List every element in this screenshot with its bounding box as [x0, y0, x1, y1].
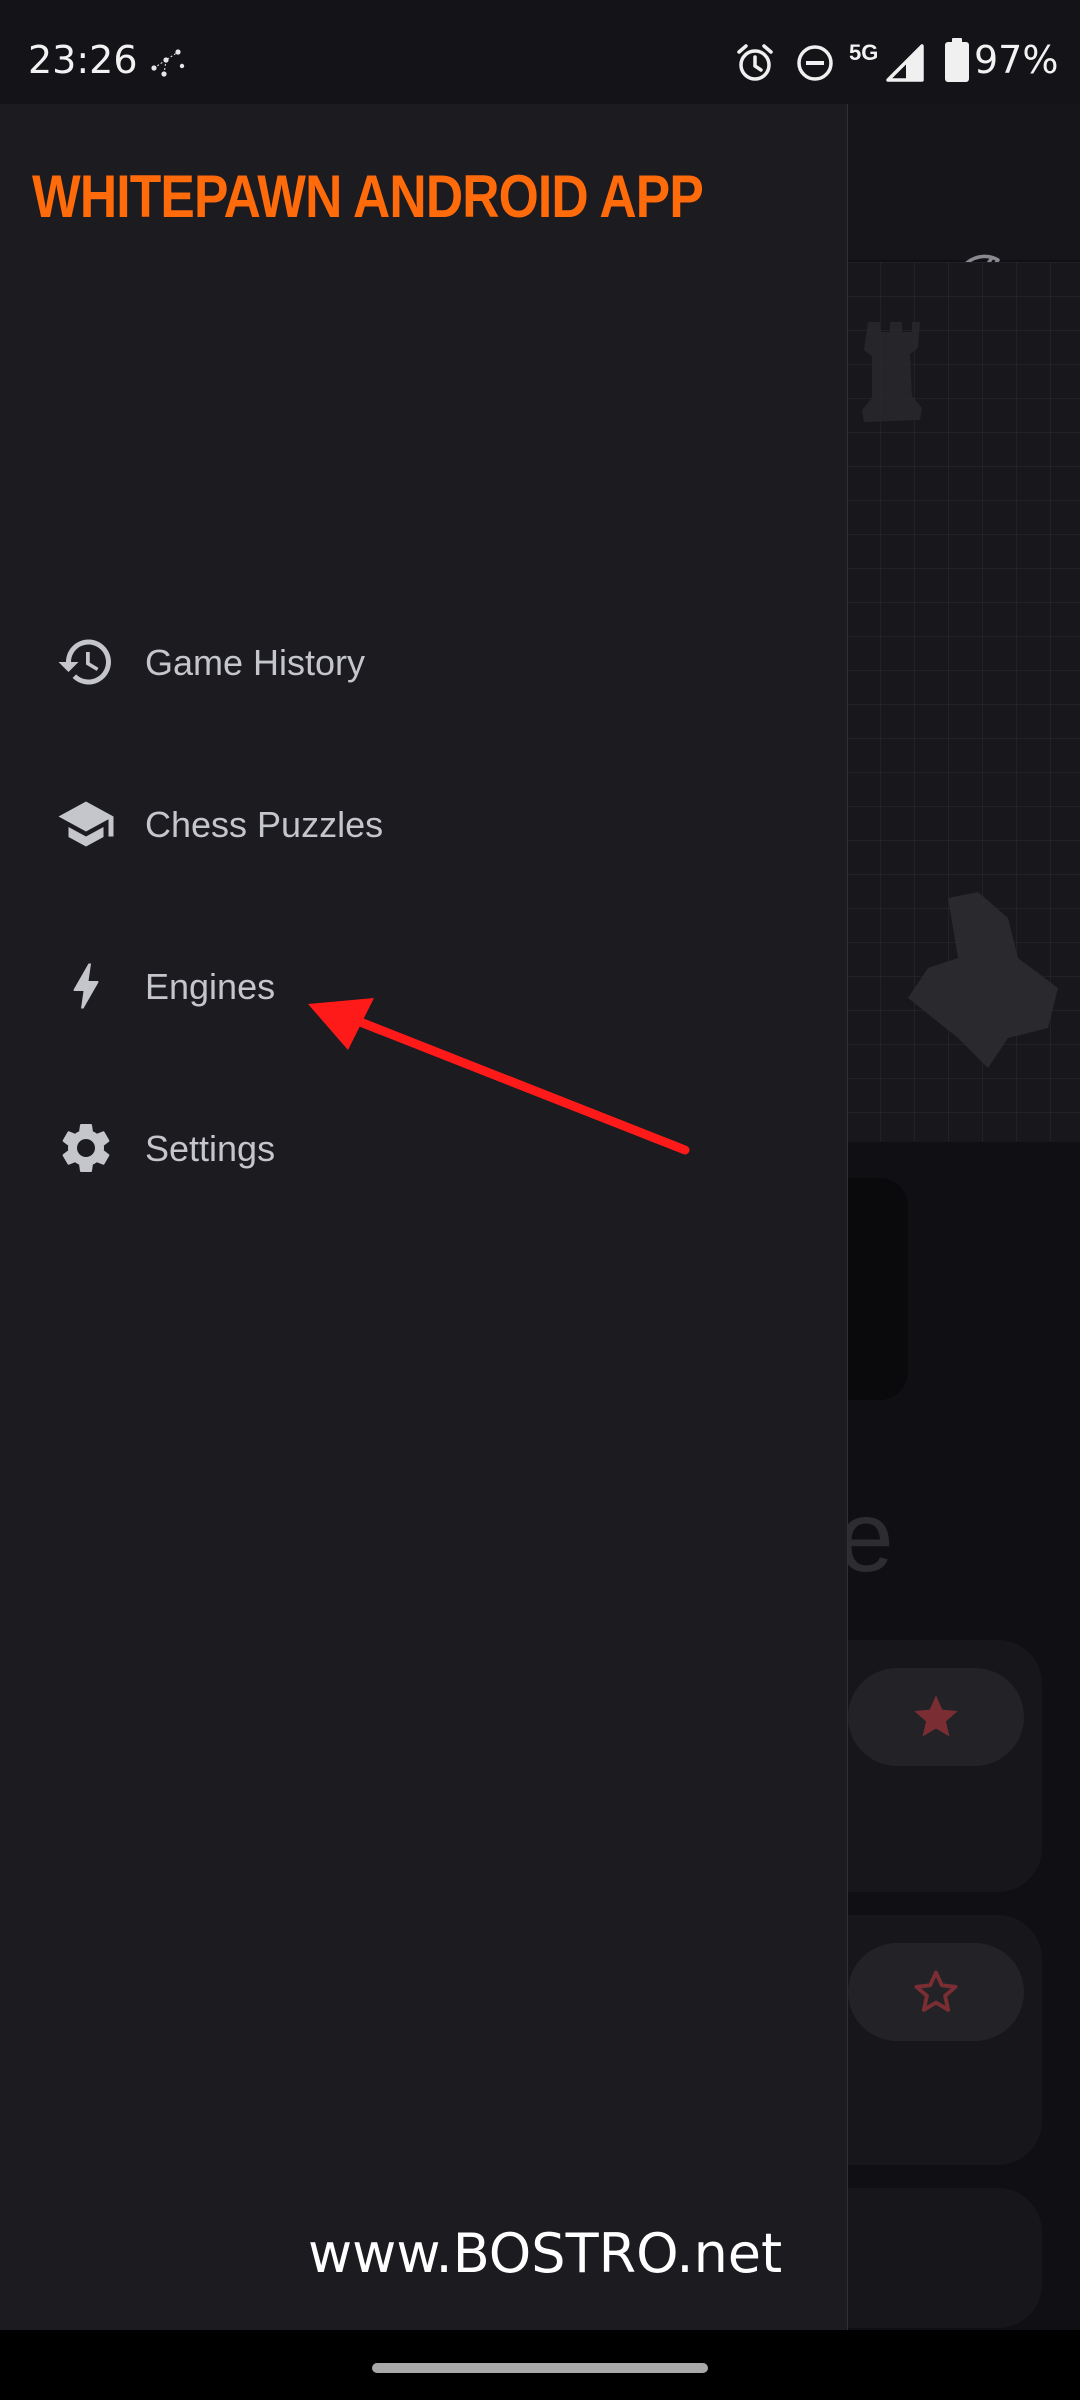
drawer-item-label: Settings [145, 1128, 276, 1169]
system-navigation-bar [0, 2330, 1080, 2400]
star-outline-icon [914, 1970, 958, 2012]
home-gesture-handle[interactable] [372, 2363, 708, 2373]
alarm-icon [737, 44, 773, 81]
drawer-item-chess-puzzles[interactable]: Chess Puzzles [0, 764, 847, 884]
drawer-item-label: Chess Puzzles [145, 804, 384, 845]
knight-piece-icon [908, 892, 1058, 1068]
battery-icon [945, 38, 969, 82]
drawer-item-label: Engines [145, 966, 276, 1007]
favorite-button[interactable] [848, 1668, 1024, 1766]
signal-icon [886, 44, 924, 82]
school-icon [58, 801, 114, 847]
drawer-item-label: Game History [145, 642, 366, 683]
annotation-arrow [308, 998, 690, 1155]
rook-piece-icon [862, 322, 922, 422]
do-not-disturb-icon [797, 45, 833, 81]
gear-icon [62, 1124, 110, 1172]
star-filled-icon [914, 1695, 958, 1737]
favorite-button[interactable] [848, 1943, 1024, 2041]
battery-percent-label: 97% [974, 38, 1059, 82]
history-icon [58, 639, 111, 685]
network-type-label: 5G [849, 40, 879, 65]
bolt-icon [73, 963, 99, 1009]
watermark-text: www.BOSTRO.net [308, 2222, 783, 2285]
screen: e 23:26 5G 97% WHITEPAWN ANDROID APP Gam… [0, 0, 1080, 2400]
app-title: WHITEPAWN ANDROID APP [32, 163, 704, 230]
drawer-item-game-history[interactable]: Game History [0, 602, 847, 722]
status-time: 23:26 [28, 38, 138, 82]
status-bar: 23:26 5G 97% [0, 0, 1080, 104]
constellation-icon [151, 49, 185, 77]
